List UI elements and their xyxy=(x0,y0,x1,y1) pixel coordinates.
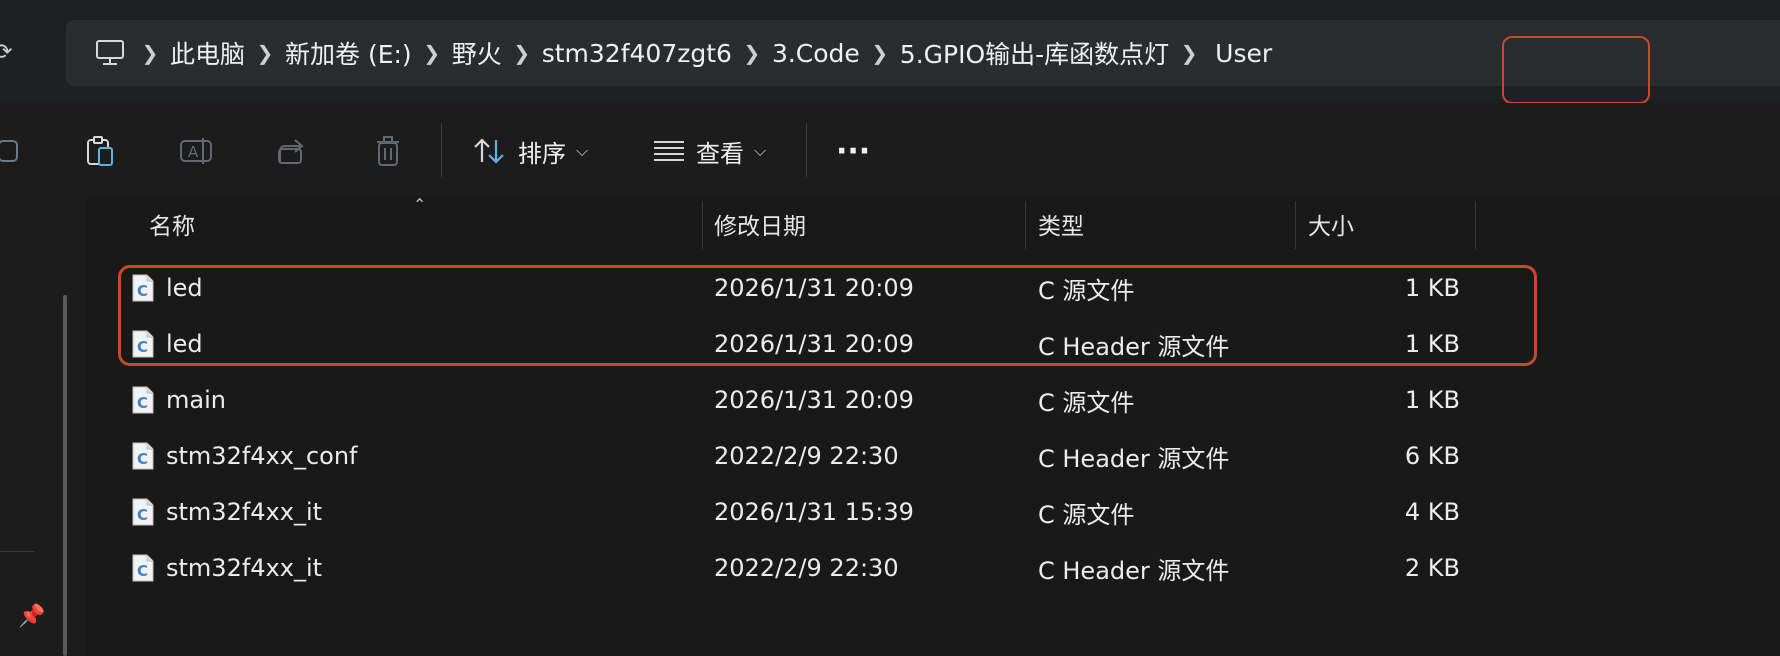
breadcrumb-yehuo[interactable]: 野火 xyxy=(452,35,502,71)
chevron-right-icon[interactable]: ❯ xyxy=(1169,41,1209,65)
copy-icon[interactable] xyxy=(0,133,26,169)
file-row[interactable]: Cstm32f4xx_it 2026/1/31 15:39 C 源文件 4 KB xyxy=(86,484,1780,540)
chevron-right-icon[interactable]: ❯ xyxy=(412,41,452,65)
breadcrumb-drive-e[interactable]: 新加卷 (E:) xyxy=(285,35,412,71)
c-file-icon: C xyxy=(132,386,154,414)
sort-ascending-icon: ⌃ xyxy=(413,195,427,214)
column-divider[interactable] xyxy=(1475,201,1476,249)
chevron-right-icon[interactable]: ❯ xyxy=(732,41,772,65)
toolbar-divider xyxy=(806,123,807,177)
file-size: 6 KB xyxy=(1404,442,1460,470)
breadcrumb-this-pc[interactable]: 此电脑 xyxy=(170,35,245,71)
file-row[interactable]: Cstm32f4xx_conf 2022/2/9 22:30 C Header 源文… xyxy=(86,428,1780,484)
breadcrumb-user[interactable]: User xyxy=(1215,39,1272,68)
view-button[interactable]: 查看 ⌵ xyxy=(652,129,766,173)
toolbar-divider xyxy=(441,123,442,177)
file-modified: 2022/2/9 22:30 xyxy=(714,554,899,582)
breadcrumb-code[interactable]: 3.Code xyxy=(772,39,860,68)
view-list-icon xyxy=(654,141,684,161)
column-header-type[interactable]: 类型 xyxy=(1038,197,1084,251)
sort-icon xyxy=(474,138,504,164)
svg-text:C: C xyxy=(137,450,148,468)
file-name: stm32f4xx_it xyxy=(166,498,323,526)
file-name: stm32f4xx_conf xyxy=(166,442,358,470)
c-file-icon: C xyxy=(132,498,154,526)
column-divider[interactable] xyxy=(1295,201,1296,249)
file-type: C Header 源文件 xyxy=(1038,444,1230,473)
sort-label: 排序 xyxy=(518,139,566,168)
chevron-down-icon: ⌵ xyxy=(576,141,589,160)
column-divider[interactable] xyxy=(702,201,703,249)
share-icon[interactable] xyxy=(274,133,310,169)
column-header-size[interactable]: 大小 xyxy=(1308,197,1354,251)
column-divider[interactable] xyxy=(1025,201,1026,249)
chevron-right-icon[interactable]: ❯ xyxy=(502,41,542,65)
column-header-name[interactable]: 名称 xyxy=(149,197,195,251)
chevron-right-icon[interactable]: ❯ xyxy=(245,41,285,65)
file-size: 1 KB xyxy=(1404,386,1460,414)
file-size: 2 KB xyxy=(1404,554,1460,582)
sort-button[interactable]: 排序 ⌵ xyxy=(472,129,588,173)
breadcrumb-stm32[interactable]: stm32f407zgt6 xyxy=(542,39,732,68)
file-modified: 2026/1/31 15:39 xyxy=(714,498,914,526)
file-row[interactable]: Cstm32f4xx_it 2022/2/9 22:30 C Header 源文件 2… xyxy=(86,540,1780,596)
user-highlight-box xyxy=(1502,36,1650,104)
file-size: 4 KB xyxy=(1404,498,1460,526)
file-row[interactable]: Cmain 2026/1/31 20:09 C 源文件 1 KB xyxy=(86,372,1780,428)
breadcrumb: ❯ 此电脑 ❯ 新加卷 (E:) ❯ 野火 ❯ stm32f407zgt6 ❯ … xyxy=(66,20,1272,86)
chevron-right-icon[interactable]: ❯ xyxy=(860,41,900,65)
svg-text:A: A xyxy=(188,143,199,161)
chevron-down-icon: ⌵ xyxy=(754,141,767,160)
nav-pane-scrollbar[interactable] xyxy=(63,295,67,656)
paste-icon[interactable] xyxy=(82,133,118,169)
file-modified: 2022/2/9 22:30 xyxy=(714,442,899,470)
computer-icon[interactable] xyxy=(90,33,130,73)
c-file-icon: C xyxy=(132,442,154,470)
view-label: 查看 xyxy=(696,139,744,168)
navigation-pane xyxy=(0,197,87,656)
svg-text:C: C xyxy=(137,562,148,580)
column-header-modified[interactable]: 修改日期 xyxy=(714,197,806,251)
nav-pane-divider xyxy=(0,551,34,552)
breadcrumb-gpio[interactable]: 5.GPIO输出-库函数点灯 xyxy=(900,35,1169,71)
svg-text:C: C xyxy=(137,394,148,412)
delete-icon[interactable] xyxy=(370,133,406,169)
more-options-button[interactable]: ··· xyxy=(836,129,870,173)
pin-icon[interactable]: 📌 xyxy=(18,604,45,629)
file-name: main xyxy=(166,386,226,414)
refresh-icon[interactable]: ⟳ xyxy=(0,42,16,64)
led-files-highlight-box xyxy=(118,265,1537,366)
file-name: stm32f4xx_it xyxy=(166,554,323,582)
command-bar: A 排序 ⌵ 查看 ⌵ ··· xyxy=(0,103,1780,198)
svg-text:C: C xyxy=(137,506,148,524)
file-modified: 2026/1/31 20:09 xyxy=(714,386,914,414)
c-file-icon: C xyxy=(132,554,154,582)
file-type: C Header 源文件 xyxy=(1038,556,1230,585)
file-type: C 源文件 xyxy=(1038,388,1135,417)
file-type: C 源文件 xyxy=(1038,500,1135,529)
chevron-right-icon: ❯ xyxy=(141,41,159,65)
rename-icon[interactable]: A xyxy=(178,133,214,169)
address-bar-area: ⟳ ❯ 此电脑 ❯ 新加卷 (E:) ❯ 野火 ❯ stm32f407zgt6 … xyxy=(0,0,1780,104)
